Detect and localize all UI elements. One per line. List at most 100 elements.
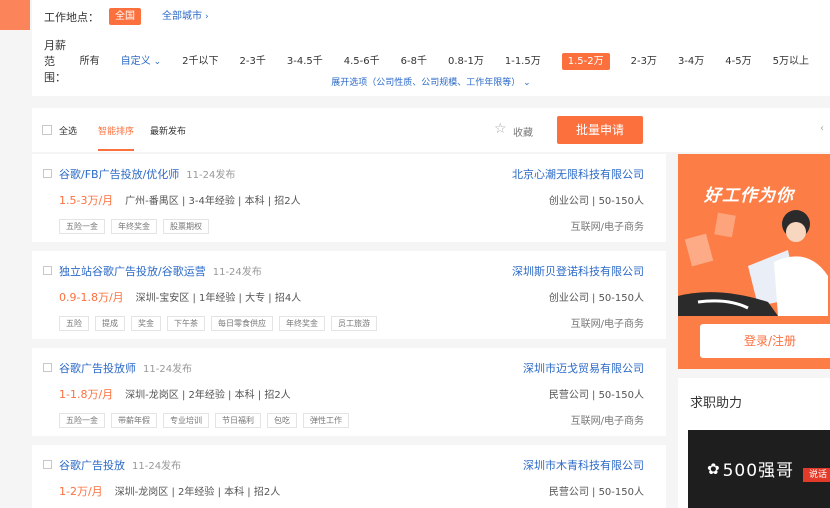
watermark-text: 500强哥 bbox=[722, 461, 795, 481]
job-title: 谷歌/FB广告投放/优化师 bbox=[59, 168, 180, 181]
company-name-link[interactable]: 深圳市木青科技有限公司 bbox=[523, 457, 644, 473]
location-all-option[interactable]: 全国 bbox=[109, 8, 141, 25]
salary-option-label: 1.5-2万 bbox=[567, 55, 604, 67]
job-info: 深圳-宝安区 | 1年经验 | 大专 | 招4人 bbox=[135, 293, 302, 304]
company-industry: 互联网/电子商务 bbox=[570, 319, 644, 330]
salary-option[interactable]: 所有 bbox=[80, 53, 100, 70]
job-salary: 1-2万/月 bbox=[59, 485, 103, 498]
job-salary: 0.9-1.8万/月 bbox=[59, 291, 124, 304]
salary-option-label: 所有 bbox=[79, 55, 100, 67]
company-info: 民营公司 | 50-150人 bbox=[548, 487, 644, 498]
salary-option-label: 5万以上 bbox=[772, 55, 809, 67]
job-card[interactable]: 谷歌/FB广告投放/优化师 11-24发布 1.5-3万/月 广州-番禺区 | 3-4… bbox=[32, 154, 666, 242]
expand-options-link[interactable]: 展开选项（公司性质、公司规模、工作年限等） ⌄ bbox=[32, 75, 830, 88]
job-date: 11-24发布 bbox=[132, 461, 182, 472]
banner-title: 好工作为你 bbox=[704, 186, 794, 206]
salary-option[interactable]: 3-4.5千 bbox=[287, 53, 323, 70]
job-salary: 1-1.8万/月 bbox=[59, 388, 114, 401]
chevron-down-icon: ⌄ bbox=[523, 78, 531, 88]
job-date: 11-24发布 bbox=[186, 170, 236, 181]
company-name-link[interactable]: 北京心潮无限科技有限公司 bbox=[512, 166, 644, 182]
job-tag: 包吃 bbox=[267, 413, 297, 428]
salary-option-label: 3-4.5千 bbox=[286, 55, 323, 67]
help-red-label: 说话 bbox=[803, 468, 830, 482]
job-card[interactable]: 谷歌广告投放师 11-24发布 1-1.8万/月 深圳-龙岗区 | 2年经验 | 本科… bbox=[32, 348, 666, 436]
top-accent-bar bbox=[0, 0, 30, 30]
job-tag: 提成 bbox=[95, 316, 125, 331]
company-industry: 互联网/电子商务 bbox=[570, 416, 644, 427]
help-image[interactable]: ✿ 500强哥 说话 bbox=[688, 430, 830, 508]
salary-option[interactable]: 2-3千 bbox=[240, 53, 266, 70]
chevron-right-icon: › bbox=[205, 12, 209, 22]
salary-option[interactable]: 4-5万 bbox=[725, 53, 751, 70]
company-name-link[interactable]: 深圳市迈戈贸易有限公司 bbox=[523, 360, 644, 376]
salary-option[interactable]: 5万以上 bbox=[773, 53, 809, 70]
salary-option-label: 0.8-1万 bbox=[447, 55, 484, 67]
job-tag: 五险一金 bbox=[59, 219, 105, 234]
salary-option[interactable]: 4.5-6千 bbox=[344, 53, 380, 70]
login-register-button[interactable]: 登录/注册 bbox=[700, 324, 830, 358]
job-title: 独立站谷歌广告投放/谷歌运营 bbox=[59, 265, 206, 278]
job-title: 谷歌广告投放师 bbox=[59, 362, 136, 375]
chevron-left-icon[interactable]: ‹ bbox=[820, 123, 824, 134]
tab-smart-sort[interactable]: 智能排序 bbox=[98, 124, 135, 151]
job-tag: 带薪年假 bbox=[111, 413, 157, 428]
job-title-link[interactable]: 谷歌/FB广告投放/优化师 11-24发布 bbox=[59, 166, 235, 182]
tab-latest[interactable]: 最新发布 bbox=[150, 124, 186, 137]
job-info: 深圳-龙岗区 | 2年经验 | 本科 | 招2人 bbox=[114, 487, 281, 498]
location-label: 工作地点： bbox=[44, 10, 99, 24]
company-info: 创业公司 | 50-150人 bbox=[548, 293, 644, 304]
job-tag: 五险一金 bbox=[59, 413, 105, 428]
job-tag: 弹性工作 bbox=[303, 413, 349, 428]
salary-option[interactable]: 6-8千 bbox=[401, 53, 427, 70]
salary-option[interactable]: 0.8-1万 bbox=[448, 53, 484, 70]
salary-option[interactable]: 1-1.5万 bbox=[505, 53, 541, 70]
job-date: 11-24发布 bbox=[143, 364, 193, 375]
select-all-label[interactable]: 全选 bbox=[59, 124, 77, 137]
salary-option[interactable]: 2千以下 bbox=[182, 53, 218, 70]
salary-option[interactable]: 2-3万 bbox=[631, 53, 657, 70]
salary-option-label: 1-1.5万 bbox=[504, 55, 541, 67]
job-title-link[interactable]: 谷歌广告投放 11-24发布 bbox=[59, 457, 181, 473]
job-tag: 股票期权 bbox=[163, 219, 209, 234]
job-checkbox[interactable] bbox=[43, 460, 52, 469]
star-icon[interactable]: ☆ bbox=[494, 121, 507, 137]
job-checkbox[interactable] bbox=[43, 169, 52, 178]
job-card[interactable]: 谷歌广告投放 11-24发布 1-2万/月 深圳-龙岗区 | 2年经验 | 本科 | … bbox=[32, 445, 666, 508]
location-cities-link[interactable]: 全部城市 › bbox=[162, 8, 209, 25]
chevron-down-icon: ⌄ bbox=[153, 56, 162, 67]
batch-apply-button[interactable]: 批量申请 bbox=[557, 116, 643, 144]
favorite-button[interactable]: 收藏 bbox=[513, 124, 533, 139]
salary-option-label: 6-8千 bbox=[400, 55, 427, 67]
job-tags: 五险 提成 奖金 下午茶 每日零食供应 年终奖金 员工旅游 bbox=[59, 316, 383, 331]
salary-option-label: 自定义 bbox=[120, 55, 151, 67]
salary-option-label: 2-3万 bbox=[630, 55, 657, 67]
location-cities-label: 全部城市 bbox=[162, 11, 202, 22]
job-title: 谷歌广告投放 bbox=[59, 459, 125, 472]
salary-option-label: 3-4万 bbox=[677, 55, 705, 67]
job-tag: 员工旅游 bbox=[331, 316, 377, 331]
job-card[interactable]: 独立站谷歌广告投放/谷歌运营 11-24发布 0.9-1.8万/月 深圳-宝安区 | … bbox=[32, 251, 666, 339]
company-industry: 互联网/电子商务 bbox=[570, 222, 644, 233]
job-salary-row: 1-1.8万/月 深圳-龙岗区 | 2年经验 | 本科 | 招2人 bbox=[59, 386, 291, 402]
job-tag: 奖金 bbox=[131, 316, 161, 331]
location-filter-row: 工作地点： 全国 全部城市 › bbox=[44, 8, 230, 25]
job-title-link[interactable]: 独立站谷歌广告投放/谷歌运营 11-24发布 bbox=[59, 263, 262, 279]
promo-banner[interactable]: 好工作为你 登录/注册 bbox=[678, 154, 830, 369]
job-date: 11-24发布 bbox=[212, 267, 262, 278]
job-checkbox[interactable] bbox=[43, 266, 52, 275]
salary-option[interactable]: 1.5-2万 bbox=[561, 52, 610, 70]
job-tag: 年终奖金 bbox=[111, 219, 157, 234]
job-tag: 节日福利 bbox=[215, 413, 261, 428]
salary-option[interactable]: 3-4万 bbox=[678, 53, 704, 70]
company-info: 创业公司 | 50-150人 bbox=[548, 196, 644, 207]
job-checkbox[interactable] bbox=[43, 363, 52, 372]
watermark: ✿ 500强哥 bbox=[707, 456, 795, 482]
job-tag: 年终奖金 bbox=[279, 316, 325, 331]
salary-option[interactable]: 自定义 ⌄ bbox=[121, 53, 162, 70]
company-info: 民营公司 | 50-150人 bbox=[548, 390, 644, 401]
wechat-icon: ✿ bbox=[707, 459, 720, 478]
job-title-link[interactable]: 谷歌广告投放师 11-24发布 bbox=[59, 360, 192, 376]
select-all-checkbox[interactable] bbox=[42, 125, 52, 135]
company-name-link[interactable]: 深圳斯贝登诺科技有限公司 bbox=[512, 263, 644, 279]
